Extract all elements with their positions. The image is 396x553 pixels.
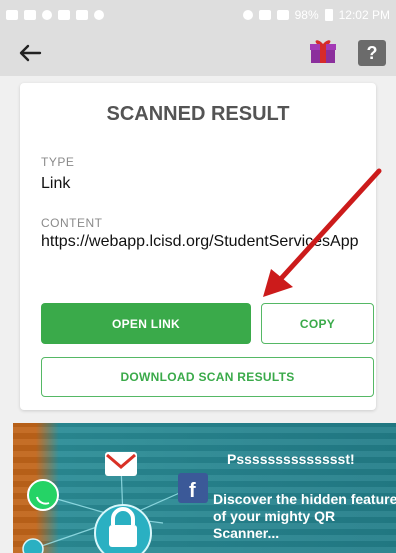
- facebook-icon: f: [178, 473, 208, 503]
- notification-icon: [24, 10, 36, 20]
- bluetooth-icon: [242, 10, 253, 20]
- signal-icon: [276, 10, 289, 20]
- type-label: TYPE: [41, 155, 75, 169]
- card-title: SCANNED RESULT: [106, 103, 290, 125]
- clock-time: 12:02 PM: [338, 8, 390, 22]
- scanned-result-card: SCANNED RESULT TYPE Link CONTENT https:/…: [20, 83, 376, 410]
- status-right-icons: 98% 12:02 PM: [242, 8, 390, 22]
- whatsapp-icon: [27, 479, 59, 511]
- status-left-icons: [6, 10, 104, 20]
- content-label: CONTENT: [41, 216, 103, 230]
- download-scan-results-button[interactable]: DOWNLOAD SCAN RESULTS: [41, 357, 374, 397]
- image-icon: [76, 10, 88, 20]
- promo-banner[interactable]: f Psssssssssssssst! Discover the hidden …: [13, 423, 396, 553]
- help-button[interactable]: ?: [358, 40, 386, 66]
- type-value: Link: [41, 175, 71, 192]
- copy-button[interactable]: COPY: [261, 303, 374, 344]
- open-link-button[interactable]: OPEN LINK: [41, 303, 251, 344]
- mail-icon: [58, 10, 70, 20]
- gift-button[interactable]: [308, 37, 338, 70]
- battery-icon: [324, 9, 333, 21]
- toolbar-actions: ?: [308, 37, 386, 70]
- gmail-icon: [105, 452, 137, 476]
- status-bar: 98% 12:02 PM: [0, 0, 396, 30]
- content-value: https://webapp.lcisd.org/StudentServices…: [41, 233, 359, 250]
- lock-icon: [94, 504, 152, 553]
- promo-subtext: Discover the hidden feature of your migh…: [213, 491, 396, 541]
- back-button[interactable]: [10, 35, 50, 71]
- promo-headline: Psssssssssssssst!: [227, 451, 355, 467]
- app-toolbar: ?: [0, 30, 396, 76]
- svg-text:f: f: [189, 480, 196, 502]
- app-icon: [22, 538, 44, 553]
- settings-icon: [94, 10, 104, 20]
- gift-icon: [310, 39, 336, 63]
- battery-percent: 98%: [294, 8, 319, 22]
- vibrate-icon: [258, 10, 271, 20]
- help-icon: ?: [366, 43, 378, 63]
- notification-icon: [42, 10, 52, 20]
- arrow-left-icon: [19, 44, 42, 62]
- notification-icon: [6, 10, 18, 20]
